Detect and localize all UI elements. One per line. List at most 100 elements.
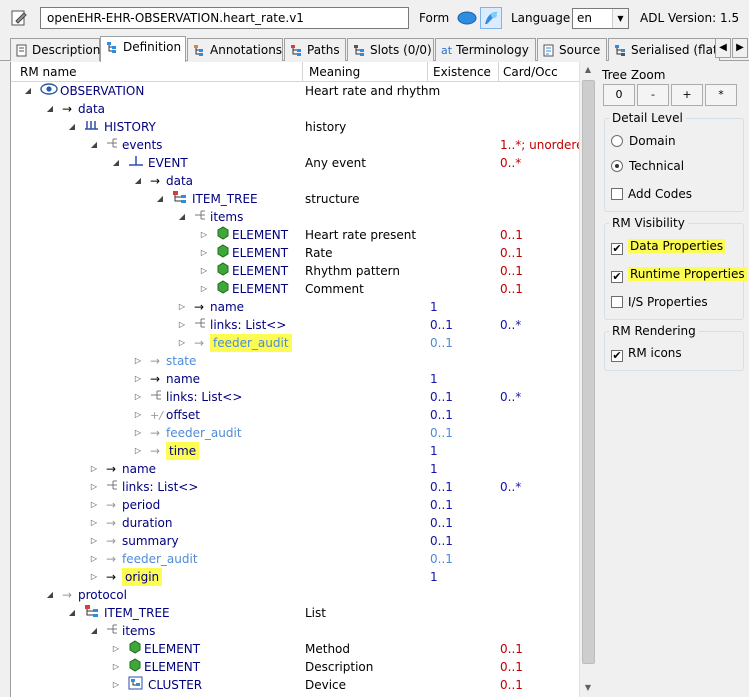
- scroll-down-icon[interactable]: ▼: [580, 680, 596, 696]
- tree-row[interactable]: ▷ → duration 0..1: [11, 514, 581, 532]
- collapsed-twisty-icon[interactable]: ▷: [177, 334, 187, 352]
- scroll-up-icon[interactable]: ▲: [580, 62, 596, 78]
- archetype-id-field[interactable]: openEHR-EHR-OBSERVATION.heart_rate.v1: [40, 7, 409, 29]
- expanded-twisty-icon[interactable]: ◢: [177, 208, 187, 226]
- tree-row[interactable]: ▷ links: List<> 0..1 0..*: [11, 478, 581, 496]
- collapsed-twisty-icon[interactable]: ▷: [111, 658, 121, 676]
- tree-row[interactable]: ▷ → feeder_audit 0..1: [11, 424, 581, 442]
- expanded-twisty-icon[interactable]: ◢: [89, 622, 99, 640]
- scroll-thumb[interactable]: [582, 80, 595, 664]
- column-card-occ[interactable]: Card/Occ: [503, 65, 558, 79]
- collapsed-twisty-icon[interactable]: ▷: [89, 514, 99, 532]
- tree-row[interactable]: ▷ ELEMENT Description 0..1: [11, 658, 581, 676]
- tree-row[interactable]: ◢ EVENT Any event 0..*: [11, 154, 581, 172]
- column-rm-name[interactable]: RM name: [20, 65, 77, 79]
- collapsed-twisty-icon[interactable]: ▷: [133, 352, 143, 370]
- tree-row[interactable]: ◢ → data: [11, 172, 581, 190]
- expanded-twisty-icon[interactable]: ◢: [45, 100, 55, 118]
- runtime-properties-checkbox[interactable]: ✔ Runtime Properties: [611, 267, 747, 283]
- tree-row[interactable]: ◢ items: [11, 622, 581, 640]
- tree-row[interactable]: ◢ HISTORY history: [11, 118, 581, 136]
- tree-row[interactable]: ▷ → period 0..1: [11, 496, 581, 514]
- zoom-expand-all-button[interactable]: *: [705, 84, 737, 106]
- tree-row[interactable]: ▷ ELEMENT Method 0..1: [11, 640, 581, 658]
- collapsed-twisty-icon[interactable]: ▷: [89, 568, 99, 586]
- collapsed-twisty-icon[interactable]: ▷: [199, 262, 209, 280]
- collapsed-twisty-icon[interactable]: ▷: [89, 496, 99, 514]
- edit-document-icon[interactable]: [10, 9, 28, 27]
- form-toggle-button[interactable]: [480, 7, 502, 29]
- is-properties-checkbox[interactable]: I/S Properties: [611, 295, 708, 309]
- tree-row[interactable]: ▷ ELEMENT Rhythm pattern 0..1: [11, 262, 581, 280]
- tree-row[interactable]: ▷ → name 1: [11, 460, 581, 478]
- tree-row[interactable]: ▷ → summary 0..1: [11, 532, 581, 550]
- collapsed-twisty-icon[interactable]: ▷: [133, 442, 143, 460]
- expanded-twisty-icon[interactable]: ◢: [89, 136, 99, 154]
- collapsed-twisty-icon[interactable]: ▷: [133, 406, 143, 424]
- tab-source[interactable]: Source: [537, 38, 607, 61]
- rm-icons-checkbox[interactable]: ✔ RM icons: [611, 346, 682, 362]
- collapsed-twisty-icon[interactable]: ▷: [133, 370, 143, 388]
- tree-row[interactable]: ◢ OBSERVATION Heart rate and rhythm: [11, 82, 581, 100]
- tab-annotations[interactable]: Annotations: [187, 38, 283, 61]
- collapsed-twisty-icon[interactable]: ▷: [199, 226, 209, 244]
- column-existence[interactable]: Existence: [433, 65, 491, 79]
- tree-row[interactable]: ◢ → data: [11, 100, 581, 118]
- collapsed-twisty-icon[interactable]: ▷: [89, 478, 99, 496]
- collapsed-twisty-icon[interactable]: ▷: [177, 298, 187, 316]
- detail-technical-radio[interactable]: Technical: [611, 159, 684, 173]
- tab-scroll-right-icon[interactable]: ▶: [732, 38, 748, 58]
- tree-row[interactable]: ◢ ITEM_TREE List: [11, 604, 581, 622]
- tree-row[interactable]: ▷ → name 1: [11, 298, 581, 316]
- collapsed-twisty-icon[interactable]: ▷: [177, 316, 187, 334]
- data-properties-checkbox[interactable]: ✔ Data Properties: [611, 239, 726, 255]
- tree-row[interactable]: ▷ → name 1: [11, 370, 581, 388]
- expanded-twisty-icon[interactable]: ◢: [111, 154, 121, 172]
- tab-serialised-flat[interactable]: Serialised (flat): [608, 38, 720, 61]
- form-view-icon[interactable]: [457, 11, 477, 25]
- expanded-twisty-icon[interactable]: ◢: [67, 604, 77, 622]
- tree-row[interactable]: ▷ links: List<> 0..1 0..*: [11, 388, 581, 406]
- expanded-twisty-icon[interactable]: ◢: [45, 586, 55, 604]
- tree-row[interactable]: ▷ links: List<> 0..1 0..*: [11, 316, 581, 334]
- tree-row[interactable]: ▷ ELEMENT Comment 0..1: [11, 280, 581, 298]
- zoom-in-button[interactable]: +: [671, 84, 703, 106]
- collapsed-twisty-icon[interactable]: ▷: [133, 388, 143, 406]
- tree-row[interactable]: ▷ → state: [11, 352, 581, 370]
- collapsed-twisty-icon[interactable]: ▷: [111, 640, 121, 658]
- tab-slots[interactable]: Slots (0/0): [347, 38, 434, 61]
- tab-terminology[interactable]: at Terminology: [435, 38, 536, 61]
- tree-row[interactable]: ▷ CLUSTER Device 0..1: [11, 676, 581, 694]
- expanded-twisty-icon[interactable]: ◢: [23, 82, 33, 100]
- add-codes-checkbox[interactable]: Add Codes: [611, 187, 692, 201]
- tree-row[interactable]: ▷ → origin 1: [11, 568, 581, 586]
- language-select[interactable]: en ▼: [572, 8, 629, 29]
- tree-row[interactable]: ▷ ELEMENT Heart rate present 0..1: [11, 226, 581, 244]
- dropdown-arrow-icon[interactable]: ▼: [612, 9, 628, 28]
- collapsed-twisty-icon[interactable]: ▷: [89, 460, 99, 478]
- tree-row[interactable]: ◢ events 1..*; unordered: [11, 136, 591, 154]
- collapsed-twisty-icon[interactable]: ▷: [89, 550, 99, 568]
- tree-vertical-scrollbar[interactable]: ▲ ▼: [579, 62, 596, 697]
- tree-row[interactable]: ▷ → feeder_audit 0..1: [11, 334, 581, 352]
- zoom-out-button[interactable]: -: [637, 84, 669, 106]
- collapsed-twisty-icon[interactable]: ▷: [89, 532, 99, 550]
- tree-row[interactable]: ▷ → time 1: [11, 442, 581, 460]
- expanded-twisty-icon[interactable]: ◢: [155, 190, 165, 208]
- collapsed-twisty-icon[interactable]: ▷: [199, 280, 209, 298]
- expanded-twisty-icon[interactable]: ◢: [67, 118, 77, 136]
- tab-description[interactable]: Description: [10, 38, 100, 61]
- tree-row[interactable]: ▷ ELEMENT Rate 0..1: [11, 244, 581, 262]
- detail-domain-radio[interactable]: Domain: [611, 134, 676, 148]
- collapsed-twisty-icon[interactable]: ▷: [199, 244, 209, 262]
- zoom-reset-button[interactable]: 0: [603, 84, 635, 106]
- tab-scroll-left-icon[interactable]: ◀: [715, 38, 731, 58]
- tree-row[interactable]: ◢ items: [11, 208, 581, 226]
- column-meaning[interactable]: Meaning: [309, 65, 360, 79]
- tree-row[interactable]: ◢ → protocol: [11, 586, 581, 604]
- collapsed-twisty-icon[interactable]: ▷: [111, 676, 121, 694]
- tree-row[interactable]: ▷ +/offset 0..1: [11, 406, 581, 424]
- collapsed-twisty-icon[interactable]: ▷: [133, 424, 143, 442]
- tab-definition[interactable]: Definition: [100, 36, 186, 62]
- expanded-twisty-icon[interactable]: ◢: [133, 172, 143, 190]
